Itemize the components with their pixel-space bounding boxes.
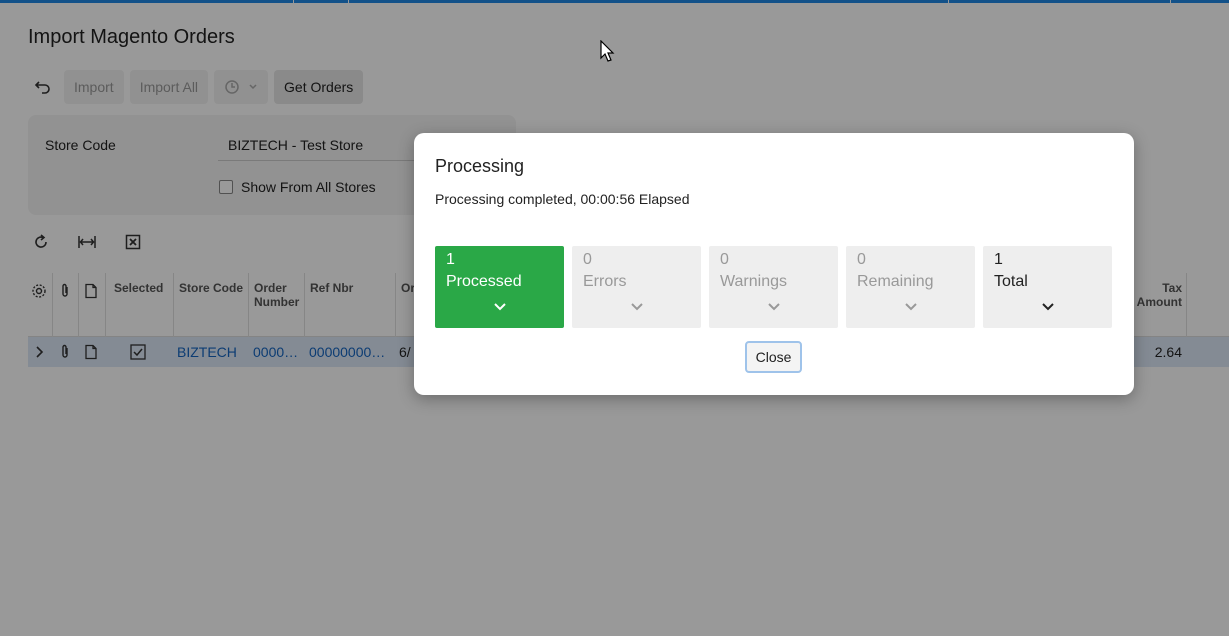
tile-count: 0 (857, 251, 866, 268)
tile-count: 0 (583, 251, 592, 268)
chevron-down-icon (493, 303, 506, 311)
tile-label: Warnings (720, 273, 787, 290)
chevron-down-icon (767, 303, 780, 311)
tile-processed[interactable]: 1 Processed (435, 246, 564, 328)
mouse-cursor-icon (600, 40, 615, 62)
processing-dialog: Processing Processing completed, 00:00:5… (414, 133, 1134, 395)
tile-label: Processed (446, 273, 522, 290)
tile-label: Remaining (857, 273, 934, 290)
chevron-down-icon (904, 303, 917, 311)
status-tiles: 1 Processed 0 Errors 0 Warnings 0 Remain… (435, 246, 1112, 328)
close-button[interactable]: Close (745, 341, 802, 373)
tile-label: Errors (583, 273, 627, 290)
tile-total[interactable]: 1 Total (983, 246, 1112, 328)
dialog-title: Processing (435, 156, 525, 176)
tile-warnings[interactable]: 0 Warnings (709, 246, 838, 328)
tile-errors[interactable]: 0 Errors (572, 246, 701, 328)
tile-remaining[interactable]: 0 Remaining (846, 246, 975, 328)
chevron-down-icon (1041, 303, 1054, 311)
chevron-down-icon (630, 303, 643, 311)
tile-label: Total (994, 273, 1028, 290)
tile-count: 1 (994, 251, 1003, 268)
dialog-message: Processing completed, 00:00:56 Elapsed (435, 191, 690, 207)
tile-count: 0 (720, 251, 729, 268)
tile-count: 1 (446, 251, 455, 268)
